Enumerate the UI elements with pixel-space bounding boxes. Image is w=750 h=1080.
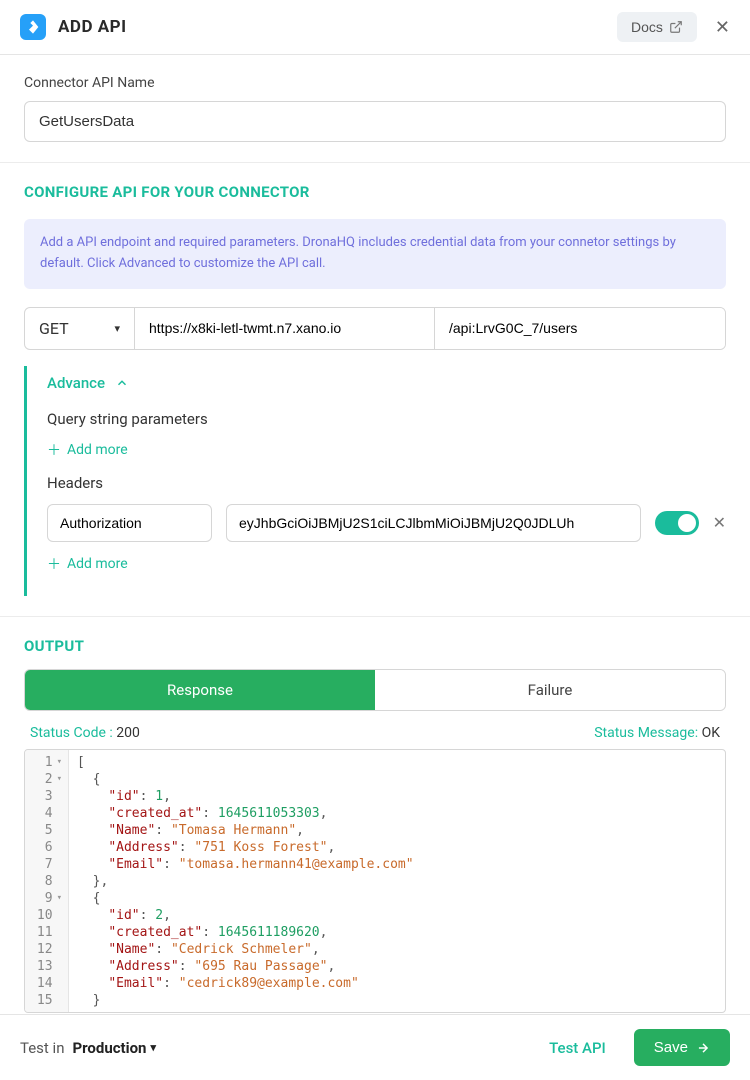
connector-name-label: Connector API Name	[24, 75, 726, 91]
remove-header-icon[interactable]: ✕	[713, 513, 726, 532]
tab-response[interactable]: Response	[25, 670, 375, 710]
endpoint-row: GET ▾	[24, 307, 726, 350]
close-icon[interactable]: ✕	[715, 17, 730, 38]
modal-title: ADD API	[58, 17, 617, 37]
path-input[interactable]	[435, 308, 725, 349]
output-section-title: OUTPUT	[24, 637, 726, 655]
status-message: Status Message: OK	[594, 725, 720, 741]
advance-toggle[interactable]: Advance	[47, 374, 726, 392]
plus-icon: ＋	[47, 440, 61, 460]
header-value-input[interactable]	[226, 504, 641, 542]
tab-failure[interactable]: Failure	[375, 670, 725, 710]
environment-select[interactable]: Production ▾	[72, 1039, 156, 1057]
configure-info-box: Add a API endpoint and required paramete…	[24, 219, 726, 289]
configure-section-title: CONFIGURE API FOR YOUR CONNECTOR	[24, 183, 726, 201]
docs-button[interactable]: Docs	[617, 12, 697, 42]
footer-bar: Test in Production ▾ Test API Save	[0, 1014, 750, 1080]
connector-name-input[interactable]	[24, 101, 726, 142]
caret-down-icon: ▾	[150, 1041, 156, 1054]
add-header-button[interactable]: ＋ Add more	[47, 554, 726, 574]
headers-label: Headers	[47, 474, 726, 492]
app-logo	[20, 14, 46, 40]
response-code-viewer[interactable]: 1 ▾2 ▾3 4 5 6 7 8 9 ▾10 11 12 13 14 15 […	[24, 749, 726, 1013]
status-code: Status Code : 200	[30, 725, 140, 741]
header-secure-toggle[interactable]	[655, 511, 699, 535]
advance-panel: Advance Query string parameters ＋ Add mo…	[24, 366, 726, 596]
modal-header: ADD API Docs ✕	[0, 0, 750, 55]
base-url-input[interactable]	[135, 308, 435, 349]
http-method-select[interactable]: GET ▾	[25, 308, 135, 349]
header-row: ✕	[47, 504, 726, 542]
test-in-label: Test in	[20, 1039, 64, 1057]
arrow-right-icon	[696, 1041, 710, 1055]
output-tabs: Response Failure	[24, 669, 726, 711]
query-params-label: Query string parameters	[47, 410, 726, 428]
header-key-input[interactable]	[47, 504, 212, 542]
add-query-param-button[interactable]: ＋ Add more	[47, 440, 726, 460]
chevron-down-icon: ▾	[114, 322, 120, 335]
save-button[interactable]: Save	[634, 1029, 730, 1066]
plus-icon: ＋	[47, 554, 61, 574]
test-api-button[interactable]: Test API	[549, 1039, 606, 1057]
external-link-icon	[669, 20, 683, 34]
chevron-up-icon	[115, 376, 129, 390]
